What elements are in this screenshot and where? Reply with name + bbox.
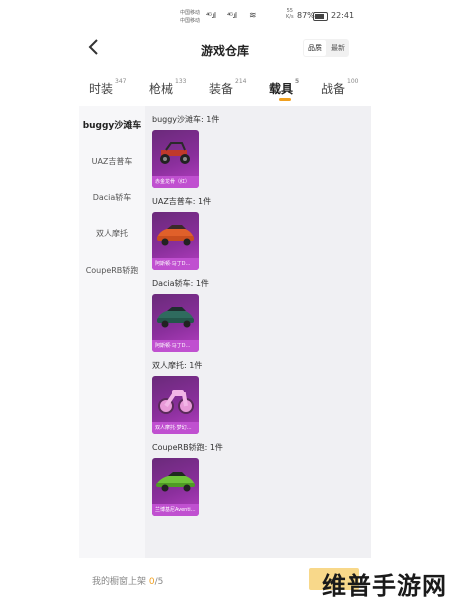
tab-label: 战备 <box>321 82 346 96</box>
wifi-icon: ≋ <box>249 11 256 21</box>
signal-icon: ⁴ᴳ.ıl <box>206 11 216 20</box>
item-card-uaz[interactable]: 阿斯顿·马丁D… <box>152 212 199 270</box>
showcase-total: /5 <box>154 577 164 587</box>
tab-label: 时装 <box>89 82 114 96</box>
carrier-1: 中国移动 <box>180 10 201 16</box>
tab-fashion[interactable]: 时装347 <box>89 78 127 97</box>
section-title-motorcycle: 双人摩托: 1件 <box>152 361 203 370</box>
active-tab-indicator <box>279 98 291 101</box>
tab-count: 100 <box>347 78 359 85</box>
network-speed: 55 K/s <box>286 8 294 20</box>
speed-unit: K/s <box>286 14 294 20</box>
tab-guns[interactable]: 枪械133 <box>149 78 187 97</box>
tab-count: 5 <box>295 78 300 85</box>
sort-latest-button[interactable]: 最新 <box>327 39 349 57</box>
section-title-dacia: Dacia轿车: 1件 <box>152 279 209 288</box>
showcase-status: 我的橱窗上架 0/5 <box>92 574 163 587</box>
vehicle-list: buggy沙滩车: 1件 赤金龙骨（红） UAZ吉普车: 1件 阿斯顿·马丁D…… <box>151 106 371 558</box>
card-label: 阿斯顿·马丁D… <box>152 340 199 352</box>
carrier-2: 中国移动 <box>180 18 201 24</box>
card-label: 双人摩托·梦幻… <box>152 422 199 434</box>
sidebar-item-uaz[interactable]: UAZ吉普车 <box>79 156 145 167</box>
sidebar-item-buggy[interactable]: buggy沙滩车 <box>79 118 145 131</box>
sidebar-item-motorcycle[interactable]: 双人摩托 <box>79 228 145 239</box>
tab-label: 枪械 <box>149 82 174 96</box>
card-label: 赤金龙骨（红） <box>152 176 199 188</box>
tab-battle-prep[interactable]: 战备100 <box>321 78 359 97</box>
tab-label: 装备 <box>209 82 234 96</box>
sidebar-item-dacia[interactable]: Dacia轿车 <box>79 192 145 203</box>
teal-car-image <box>157 307 194 328</box>
item-card-buggy[interactable]: 赤金龙骨（红） <box>152 130 199 188</box>
content-area: buggy沙滩车 UAZ吉普车 Dacia轿车 双人摩托 CoupeRB轿跑 b… <box>79 106 371 558</box>
tab-count: 214 <box>235 78 247 85</box>
header: 游戏仓库 品质 最新 <box>79 34 371 64</box>
green-car-image <box>156 472 195 492</box>
section-title-uaz: UAZ吉普车: 1件 <box>152 197 212 206</box>
clock: 22:41 <box>331 11 355 20</box>
sort-toggle: 品质 最新 <box>303 39 349 57</box>
section-title-buggy: buggy沙滩车: 1件 <box>152 115 220 124</box>
card-label: 阿斯顿·马丁D… <box>152 258 199 270</box>
tab-vehicles[interactable]: 载具5 <box>269 78 300 97</box>
tab-count: 133 <box>175 78 187 85</box>
phone-screen: 中国移动 中国移动 ⁴ᴳ.ıl ⁴ᴳ.ıl ≋ 55 K/s 87% 22:41… <box>79 0 371 600</box>
signal-icon-2: ⁴ᴳ.ıl <box>227 11 237 20</box>
carrier-info: 中国移动 中国移动 <box>180 9 200 25</box>
section-title-coupe: CoupeRB轿跑: 1件 <box>152 443 223 452</box>
vehicle-sidebar: buggy沙滩车 UAZ吉普车 Dacia轿车 双人摩托 CoupeRB轿跑 <box>79 106 145 558</box>
item-card-motorcycle[interactable]: 双人摩托·梦幻… <box>152 376 199 434</box>
battery-icon <box>313 12 328 21</box>
site-watermark: 维普手游网 <box>322 572 447 600</box>
tab-count: 347 <box>115 78 127 85</box>
showcase-label: 我的橱窗上架 <box>92 577 147 587</box>
orange-car-image <box>157 225 194 246</box>
category-tabs: 时装347 枪械133 装备214 载具5 战备100 <box>79 74 371 104</box>
tab-label: 载具 <box>269 82 294 96</box>
sidebar-item-coupe[interactable]: CoupeRB轿跑 <box>79 265 145 276</box>
item-card-coupe[interactable]: 兰博基尼Aventi… <box>152 458 199 516</box>
pink-motorcycle-image <box>158 390 194 414</box>
item-card-dacia[interactable]: 阿斯顿·马丁D… <box>152 294 199 352</box>
sort-quality-button[interactable]: 品质 <box>304 40 326 56</box>
tab-equipment[interactable]: 装备214 <box>209 78 247 97</box>
card-label: 兰博基尼Aventi… <box>152 504 199 516</box>
buggy-image <box>160 142 190 164</box>
status-bar: 中国移动 中国移动 ⁴ᴳ.ıl ⁴ᴳ.ıl ≋ 55 K/s 87% 22:41 <box>79 0 371 32</box>
